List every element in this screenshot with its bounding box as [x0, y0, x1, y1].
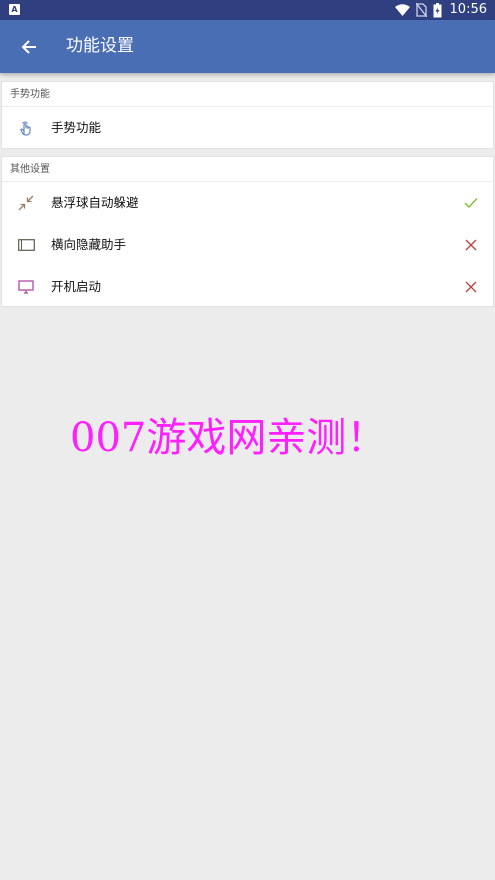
gesture-section: 手势功能 手势功能 [1, 81, 494, 149]
cross-icon[interactable] [463, 279, 479, 295]
section-header: 其他设置 [2, 157, 493, 182]
arrow-back-icon [21, 40, 36, 54]
landscape-screen-icon [17, 236, 35, 254]
check-icon[interactable] [463, 195, 479, 211]
monitor-icon [17, 278, 35, 296]
app-notification-icon: A [9, 4, 20, 15]
page-title: 功能设置 [66, 36, 134, 56]
clock: 10:56 [449, 2, 487, 17]
hand-pointer-icon [17, 119, 35, 137]
cross-icon[interactable] [463, 237, 479, 253]
collapse-arrows-icon [17, 194, 35, 212]
row-label: 悬浮球自动躲避 [51, 195, 139, 210]
section-header: 手势功能 [2, 82, 493, 107]
gesture-settings-item[interactable]: 手势功能 [2, 107, 493, 149]
no-sim-icon [415, 3, 427, 17]
landscape-hide-assistant-item[interactable]: 横向隐藏助手 [2, 224, 493, 266]
back-button[interactable] [14, 32, 44, 62]
watermark-text: 007游戏网亲测！ [70, 415, 387, 461]
app-bar: 功能设置 [0, 20, 495, 73]
row-label: 横向隐藏助手 [51, 237, 127, 252]
row-label: 手势功能 [51, 120, 102, 135]
boot-startup-item[interactable]: 开机启动 [2, 266, 493, 308]
other-settings-section: 其他设置 悬浮球自动躲避 横向隐藏助手 开机启动 [1, 156, 494, 307]
floating-ball-auto-avoid-item[interactable]: 悬浮球自动躲避 [2, 182, 493, 224]
status-icons: 10:56 [394, 2, 487, 18]
row-label: 开机启动 [51, 279, 102, 294]
status-bar: A 10:56 [0, 0, 495, 20]
battery-icon [433, 2, 442, 17]
wifi-icon [394, 4, 410, 16]
